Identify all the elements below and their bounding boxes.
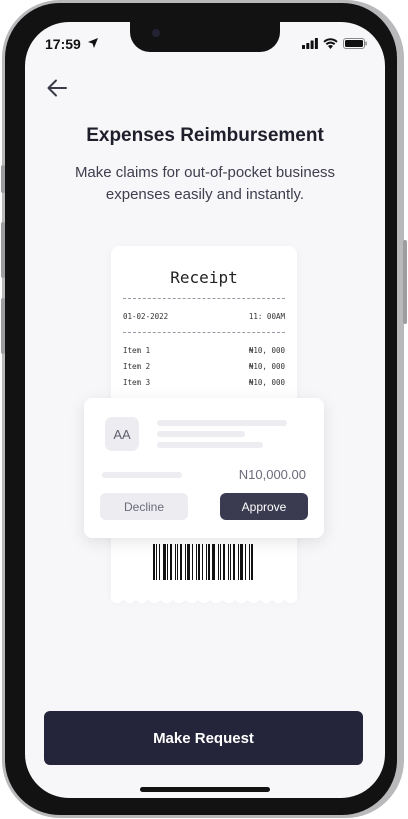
make-request-button[interactable]: Make Request xyxy=(44,711,363,765)
receipt-item-name: Item 2 xyxy=(123,362,151,371)
arrow-left-icon[interactable] xyxy=(45,77,69,99)
receipt-item-row: Item 1 ₦10, 000 xyxy=(123,346,285,355)
screen: 17:59 Expenses Reimbursement Make claims… xyxy=(25,22,385,798)
placeholder-line xyxy=(157,431,245,437)
receipt-title: Receipt xyxy=(170,268,238,287)
page-subtitle: Make claims for out-of-pocket business e… xyxy=(74,164,336,203)
receipt-time: 11: 00AM xyxy=(248,312,285,321)
front-camera-icon xyxy=(152,29,160,37)
status-icons xyxy=(302,38,367,49)
phone-power-button xyxy=(403,240,407,324)
receipt-divider xyxy=(123,332,285,333)
receipt-item-amount: ₦10, 000 xyxy=(248,378,285,387)
receipt-item-name: Item 3 xyxy=(123,378,151,387)
receipt-date: 01-02-2022 xyxy=(123,312,169,321)
receipt-divider xyxy=(123,298,285,299)
wifi-icon xyxy=(323,38,338,49)
location-arrow-icon xyxy=(88,38,98,48)
receipt-torn-edge xyxy=(111,594,297,603)
home-indicator xyxy=(140,787,270,792)
approve-button[interactable]: Approve xyxy=(220,493,308,520)
battery-icon xyxy=(343,38,367,49)
receipt-item-name: Item 1 xyxy=(123,346,151,355)
receipt-item-row: Item 2 ₦10, 000 xyxy=(123,362,285,371)
receipt-item-row: Item 3 ₦10, 000 xyxy=(123,378,285,387)
barcode-icon xyxy=(153,544,255,580)
status-time: 17:59 xyxy=(45,36,81,52)
placeholder-line xyxy=(157,442,263,448)
approval-card: AA N10,000.00 Decline Approve xyxy=(84,398,324,538)
claim-amount: N10,000.00 xyxy=(238,467,306,482)
notch xyxy=(130,22,280,52)
placeholder-line xyxy=(157,420,287,426)
page-title: Expenses Reimbursement xyxy=(86,125,324,146)
placeholder-line xyxy=(102,472,182,478)
avatar: AA xyxy=(105,417,139,451)
cellular-signal-icon xyxy=(302,38,318,49)
receipt-item-amount: ₦10, 000 xyxy=(248,362,285,371)
receipt-item-amount: ₦10, 000 xyxy=(248,346,285,355)
receipt-date-row: 01-02-2022 11: 00AM xyxy=(123,312,285,321)
decline-button[interactable]: Decline xyxy=(100,493,188,520)
